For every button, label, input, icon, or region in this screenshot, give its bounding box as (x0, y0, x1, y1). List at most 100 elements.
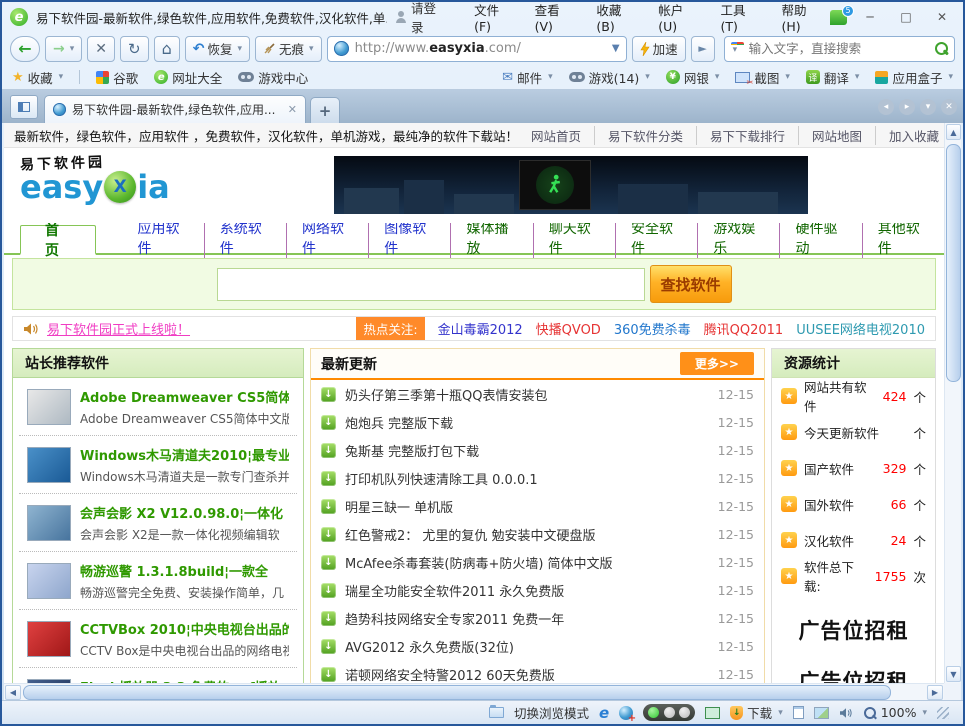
bookmark-sites[interactable]: e网址大全 (154, 68, 222, 87)
tab-menu-button[interactable]: ▾ (920, 99, 936, 115)
top-link[interactable]: 加入收藏 (875, 126, 944, 145)
nav-link[interactable]: 硬件驱动 (779, 218, 861, 258)
browse-mode-label[interactable]: 切换浏览模式 (514, 703, 589, 722)
update-title-link[interactable]: 兔斯基 完整版打包下载 (345, 441, 709, 460)
bookmark-game-center[interactable]: 游戏中心 (238, 68, 308, 87)
update-title-link[interactable]: 奶头仔第三季第十瓶QQ表情安装包 (345, 385, 709, 404)
zoom-control[interactable]: 100% (863, 705, 927, 720)
horizontal-scroll-thumb[interactable] (23, 685, 891, 700)
hot-link[interactable]: 腾讯QQ2011 (704, 319, 784, 338)
folder-icon[interactable] (489, 707, 504, 718)
nav-link[interactable]: 图像软件 (368, 218, 450, 258)
ad-placeholder[interactable]: 广告位招租 (772, 615, 935, 645)
vertical-scrollbar[interactable]: ▲ ▼ (944, 123, 961, 683)
update-title-link[interactable]: 瑞星全功能安全软件2011 永久免费版 (345, 581, 709, 600)
download-manager-button[interactable]: ↓ 下载 (730, 703, 783, 722)
menu-item[interactable]: 工具(T) (721, 0, 760, 34)
update-row[interactable]: 明星三缺一 单机版 12-15 (311, 492, 764, 520)
nav-link[interactable]: 系统软件 (204, 218, 286, 258)
menu-item[interactable]: 帐户(U) (658, 0, 698, 34)
menu-item[interactable]: 帮助(H) (781, 0, 822, 34)
update-row[interactable]: 打印机队列快速清除工具 0.0.0.1 12-15 (311, 464, 764, 492)
resize-grip[interactable] (937, 707, 949, 719)
stop-button[interactable]: ✕ (87, 36, 115, 62)
hot-link[interactable]: UUSEE网络电视2010 (796, 319, 925, 338)
update-row[interactable]: 瑞星全功能安全软件2011 永久免费版 12-15 (311, 576, 764, 604)
software-title-link[interactable]: Adobe Dreamweaver CS5简体中文 (80, 387, 289, 406)
scroll-tabs-left-button[interactable]: ◂ (878, 99, 894, 115)
menu-item[interactable]: 查看(V) (535, 0, 575, 34)
scroll-left-button[interactable]: ◀ (5, 685, 21, 700)
hot-link[interactable]: 360免费杀毒 (614, 319, 691, 338)
recommend-item[interactable]: Flash播放器 3.3¦免费的swf播放 Flash播放器是一款免费的swf播… (19, 668, 297, 683)
more-button[interactable]: 更多>> (680, 352, 754, 375)
update-title-link[interactable]: 炮炮兵 完整版下载 (345, 413, 709, 432)
screen-capture-icon[interactable] (705, 707, 720, 719)
ad-placeholder[interactable]: 广告位招租 (772, 666, 935, 683)
top-link[interactable]: 网站地图 (798, 126, 875, 145)
recommend-item[interactable]: 畅游巡警 1.3.1.8build¦一款全 畅游巡警完全免费、安装操作简单，几 (19, 552, 297, 610)
update-title-link[interactable]: 诺顿网络安全特警2012 60天免费版 (345, 665, 709, 684)
site-logo[interactable]: 易下软件园 easy X ia (20, 153, 170, 203)
hot-link[interactable]: 快播QVOD (536, 319, 601, 338)
traffic-light-indicator[interactable] (643, 704, 695, 721)
globe-plus-icon[interactable] (619, 706, 633, 720)
message-center-icon[interactable]: 5 (830, 10, 847, 25)
back-button[interactable]: ← (10, 36, 40, 62)
login-button[interactable]: 请登录 (395, 0, 446, 36)
update-row[interactable]: McAfee杀毒套装(防病毒+防火墙) 简体中文版 12-15 (311, 548, 764, 576)
home-button[interactable]: ⌂ (154, 36, 180, 62)
close-tab-button[interactable]: ✕ (941, 99, 957, 115)
recommend-item[interactable]: CCTVBox 2010¦中央电视台出品的 CCTV Box是中央电视台出品的网… (19, 610, 297, 668)
tab-close-icon[interactable]: ✕ (288, 103, 297, 116)
search-box[interactable] (724, 36, 955, 62)
update-row[interactable]: AVG2012 永久免费版(32位) 12-15 (311, 632, 764, 660)
image-icon[interactable] (814, 707, 829, 719)
update-row[interactable]: 红色警戒2： 尤里的复仇 勉安装中文硬盘版 12-15 (311, 520, 764, 548)
mail-button[interactable]: ✉邮件 (502, 68, 552, 87)
update-title-link[interactable]: 打印机队列快速清除工具 0.0.0.1 (345, 469, 709, 488)
new-tab-button[interactable]: + (310, 97, 340, 123)
nav-tab-home[interactable]: 首页 (20, 225, 96, 255)
tab-active[interactable]: 易下软件园-最新软件,绿色软件,应用... ✕ (44, 95, 306, 123)
close-button[interactable]: ✕ (929, 8, 955, 26)
minimize-button[interactable]: ─ (857, 8, 883, 26)
update-row[interactable]: 诺顿网络安全特警2012 60天免费版 12-15 (311, 660, 764, 683)
bank-button[interactable]: ¥网银 (666, 68, 720, 87)
update-title-link[interactable]: 明星三缺一 单机版 (345, 497, 709, 516)
scroll-up-button[interactable]: ▲ (946, 124, 961, 140)
favorites-button[interactable]: ★收藏 (12, 68, 63, 87)
refresh-button[interactable]: ↻ (120, 36, 149, 62)
horizontal-scrollbar[interactable]: ◀ ▶ (4, 683, 944, 700)
tab-list-button[interactable] (10, 95, 38, 119)
nav-link[interactable]: 安全软件 (615, 218, 697, 258)
address-bar[interactable]: http://www.easyxia.com/ ▼ (327, 36, 627, 62)
nav-link[interactable]: 媒体播放 (450, 218, 532, 258)
scroll-right-button[interactable]: ▶ (927, 685, 943, 700)
bookmark-google[interactable]: 谷歌 (96, 68, 138, 87)
update-row[interactable]: 兔斯基 完整版打包下载 12-15 (311, 436, 764, 464)
software-title-link[interactable]: CCTVBox 2010¦中央电视台出品的 (80, 619, 289, 638)
hot-link[interactable]: 金山毒霸2012 (438, 319, 523, 338)
volume-icon[interactable] (839, 707, 853, 719)
top-link[interactable]: 易下下载排行 (696, 126, 798, 145)
recommend-item[interactable]: 会声会影 X2 V12.0.98.0¦一体化 会声会影 X2是一款一体化视频编辑… (19, 494, 297, 552)
speedup-button[interactable]: 加速 (632, 36, 686, 62)
recommend-item[interactable]: Adobe Dreamweaver CS5简体中文 Adobe Dreamwea… (19, 378, 297, 436)
site-search-button[interactable]: 查找软件 (650, 265, 732, 303)
scroll-down-button[interactable]: ▼ (946, 666, 961, 682)
menu-item[interactable]: 文件(F) (474, 0, 513, 34)
update-title-link[interactable]: 趋势科技网络安全专家2011 免费一年 (345, 609, 709, 628)
recommend-item[interactable]: Windows木马清道夫2010¦最专业 Windows木马清道夫是一款专门查杀… (19, 436, 297, 494)
update-row[interactable]: 趋势科技网络安全专家2011 免费一年 12-15 (311, 604, 764, 632)
update-row[interactable]: 奶头仔第三季第十瓶QQ表情安装包 12-15 (311, 380, 764, 408)
scroll-tabs-right-button[interactable]: ▸ (899, 99, 915, 115)
nav-link[interactable]: 网络软件 (286, 218, 368, 258)
ie-engine-icon[interactable]: e (599, 704, 609, 722)
software-title-link[interactable]: 会声会影 X2 V12.0.98.0¦一体化 (80, 503, 283, 522)
vertical-scroll-thumb[interactable] (946, 144, 961, 382)
menu-item[interactable]: 收藏(B) (596, 0, 636, 34)
search-magnifier-icon[interactable] (934, 41, 950, 57)
page-icon[interactable] (793, 706, 804, 719)
nav-link[interactable]: 其他软件 (862, 218, 944, 258)
